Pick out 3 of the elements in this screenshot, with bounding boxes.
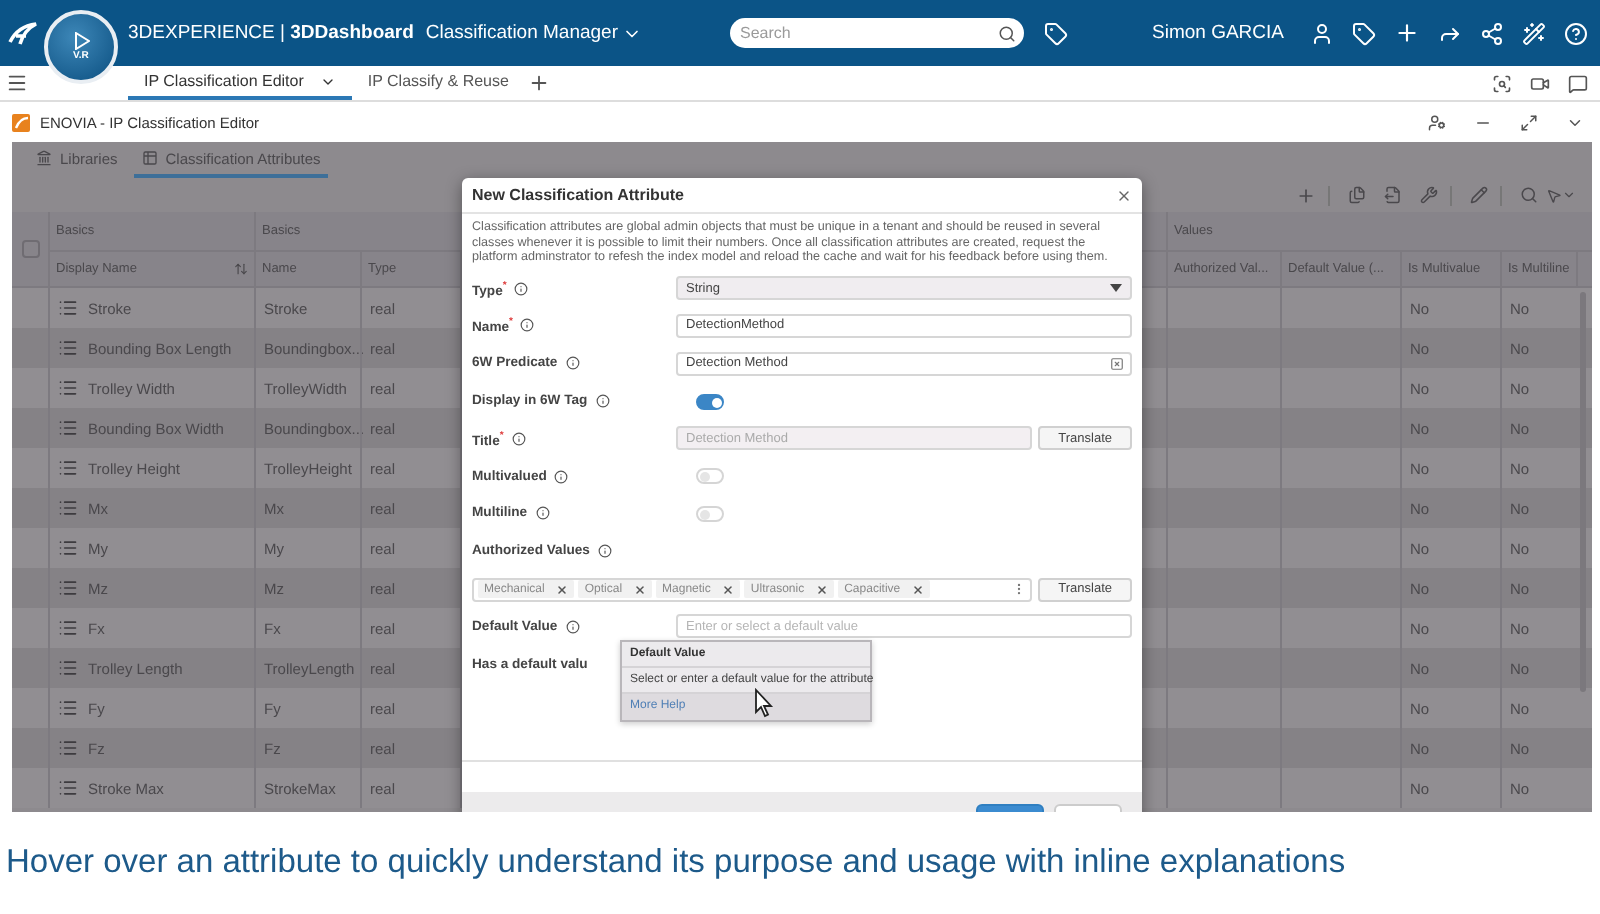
dialog-title: New Classification Attribute [472, 186, 684, 204]
caption: Hover over an attribute to quickly understand its purpose and usage with inline explanations [4, 842, 1348, 884]
platform-title: 3DEXPERIENCE | 3DDashboard [128, 22, 414, 44]
